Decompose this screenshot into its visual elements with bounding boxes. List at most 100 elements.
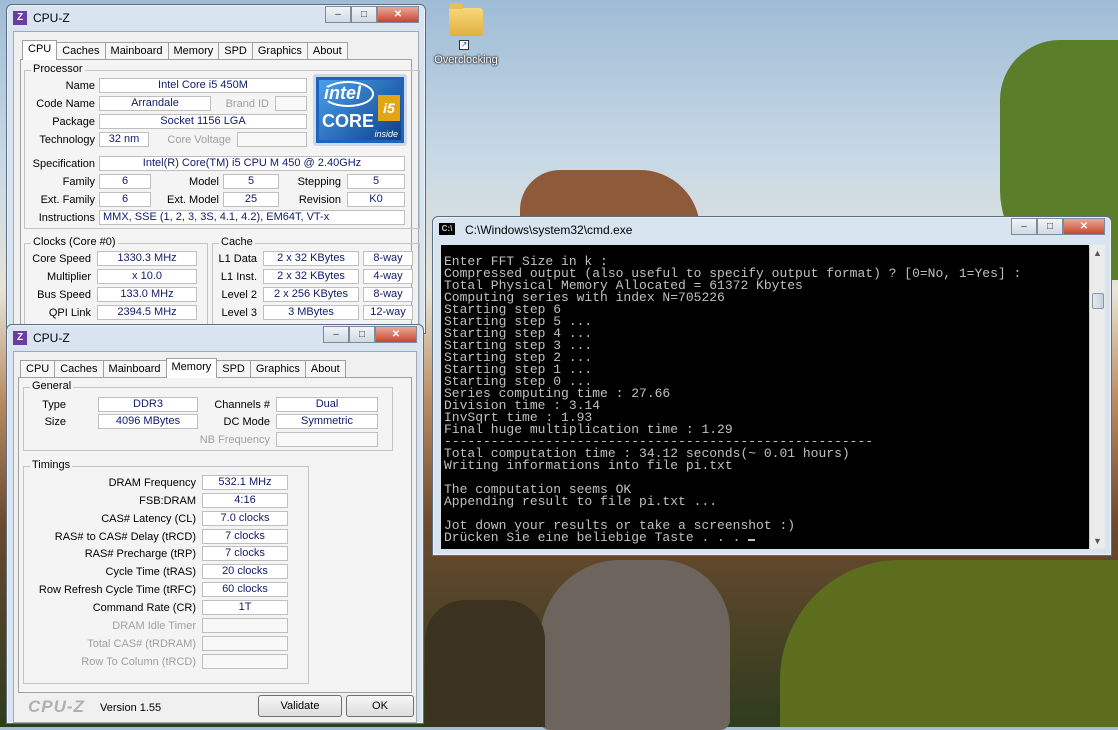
cpuz-app-icon: Z bbox=[13, 331, 27, 345]
l2-way: 8-way bbox=[363, 287, 413, 302]
codename-label: Code Name bbox=[36, 98, 95, 110]
family-value: 6 bbox=[99, 174, 151, 189]
cache-group: Cache L1 Data 2 x 32 KBytes 8-way L1 Ins… bbox=[212, 236, 420, 329]
model-value: 5 bbox=[223, 174, 279, 189]
l1d-way: 8-way bbox=[363, 251, 413, 266]
tab-cpu[interactable]: CPU bbox=[22, 40, 58, 60]
validate-button[interactable]: Validate bbox=[258, 695, 342, 717]
cpuz-window-memory: Z CPU-Z – □ ✕ CPU Caches Mainboard Memor… bbox=[6, 324, 424, 724]
extfamily-value: 6 bbox=[99, 192, 151, 207]
tab-caches[interactable]: Caches bbox=[56, 42, 106, 60]
qpi-label: QPI Link bbox=[48, 307, 91, 319]
tab-memory[interactable]: Memory bbox=[167, 42, 220, 60]
scroll-thumb[interactable] bbox=[1092, 293, 1104, 309]
tab-mainboard[interactable]: Mainboard bbox=[104, 42, 169, 60]
timing-label: DRAM Frequency bbox=[108, 477, 196, 489]
timing-value: 7 clocks bbox=[202, 546, 288, 561]
timing-value: 7 clocks bbox=[202, 529, 288, 544]
corespeed-label: Core Speed bbox=[32, 253, 91, 265]
console-line: Appending result to file pi.txt ... bbox=[444, 494, 718, 509]
timing-value: 4:16 bbox=[202, 493, 288, 508]
tab-mainboard[interactable]: Mainboard bbox=[102, 360, 167, 378]
tab-about[interactable]: About bbox=[306, 42, 348, 60]
cmd-window: C:\ C:\Windows\system32\cmd.exe – □ ✕ En… bbox=[432, 216, 1112, 556]
console-output[interactable]: Enter FFT Size in k : Compressed output (… bbox=[441, 245, 1089, 549]
dcmode-value: Symmetric bbox=[276, 414, 378, 429]
timing-label: RAS# Precharge (tRP) bbox=[84, 548, 196, 560]
qpi-value: 2394.5 MHz bbox=[97, 305, 197, 320]
scroll-up-icon[interactable]: ▲ bbox=[1090, 245, 1105, 261]
timing-label: Total CAS# (tRDRAM) bbox=[87, 638, 196, 650]
extmodel-value: 25 bbox=[223, 192, 279, 207]
close-button[interactable]: ✕ bbox=[375, 326, 417, 343]
tab-about[interactable]: About bbox=[304, 360, 346, 378]
spec-label: Specification bbox=[32, 158, 95, 170]
l1d-label: L1 Data bbox=[218, 253, 257, 265]
maximize-button[interactable]: □ bbox=[351, 6, 377, 23]
titlebar[interactable]: Z CPU-Z – □ ✕ bbox=[7, 325, 423, 351]
stepping-value: 5 bbox=[347, 174, 405, 189]
size-value: 4096 MBytes bbox=[98, 414, 198, 429]
tab-spd[interactable]: SPD bbox=[218, 42, 253, 60]
family-label: Family bbox=[62, 176, 95, 188]
name-value: Intel Core i5 450M bbox=[99, 78, 307, 93]
timing-value: 7.0 clocks bbox=[202, 511, 288, 526]
nbfreq-label: NB Frequency bbox=[199, 434, 270, 446]
background-rock bbox=[540, 560, 730, 730]
close-button[interactable]: ✕ bbox=[377, 6, 419, 23]
tab-bar: CPU Caches Mainboard Memory SPD Graphics… bbox=[20, 358, 346, 378]
instructions-label: Instructions bbox=[38, 212, 95, 224]
technology-value: 32 nm bbox=[99, 132, 149, 147]
revision-value: K0 bbox=[347, 192, 405, 207]
brandid-label: Brand ID bbox=[225, 98, 269, 110]
minimize-button[interactable]: – bbox=[1011, 218, 1037, 235]
ok-button[interactable]: OK bbox=[346, 695, 414, 717]
tab-graphics[interactable]: Graphics bbox=[251, 42, 308, 60]
minimize-button[interactable]: – bbox=[325, 6, 351, 23]
multiplier-label: Multiplier bbox=[46, 271, 91, 283]
timings-group: Timings DRAM Frequency 532.1 MHz FSB:DRA… bbox=[23, 459, 309, 684]
tab-cpu[interactable]: CPU bbox=[20, 360, 56, 378]
tab-caches[interactable]: Caches bbox=[54, 360, 104, 378]
minimize-button[interactable]: – bbox=[323, 326, 349, 343]
folder-icon: ↗ bbox=[449, 3, 483, 50]
timing-label: DRAM Idle Timer bbox=[112, 620, 196, 632]
channels-value: Dual bbox=[276, 397, 378, 412]
timing-label: Cycle Time (tRAS) bbox=[105, 566, 196, 578]
timing-label: FSB:DRAM bbox=[139, 495, 196, 507]
console-line: Drücken Sie eine beliebige Taste . . . bbox=[444, 531, 1089, 544]
l1d-value: 2 x 32 KBytes bbox=[263, 251, 359, 266]
vertical-scrollbar[interactable]: ▲ ▼ bbox=[1089, 245, 1105, 549]
titlebar[interactable]: C:\ C:\Windows\system32\cmd.exe – □ ✕ bbox=[433, 217, 1111, 243]
extmodel-label: Ext. Model bbox=[167, 194, 219, 206]
l3-value: 3 MBytes bbox=[263, 305, 359, 320]
stepping-label: Stepping bbox=[297, 176, 341, 188]
maximize-button[interactable]: □ bbox=[1037, 218, 1063, 235]
cpuz-window-cpu: Z CPU-Z – □ ✕ CPU Caches Mainboard Memor… bbox=[6, 4, 426, 334]
group-title: General bbox=[30, 380, 74, 392]
tab-graphics[interactable]: Graphics bbox=[249, 360, 306, 378]
close-button[interactable]: ✕ bbox=[1063, 218, 1105, 235]
clocks-group: Clocks (Core #0) Core Speed 1330.3 MHz M… bbox=[24, 236, 208, 329]
background-tree bbox=[780, 560, 1118, 727]
scroll-down-icon[interactable]: ▼ bbox=[1090, 533, 1105, 549]
technology-label: Technology bbox=[39, 134, 95, 146]
model-label: Model bbox=[189, 176, 219, 188]
tab-spd[interactable]: SPD bbox=[216, 360, 251, 378]
revision-label: Revision bbox=[298, 194, 341, 206]
tab-memory[interactable]: Memory bbox=[165, 358, 218, 378]
desktop-icon-overclocking[interactable]: ↗ Overclocking bbox=[430, 3, 502, 66]
background-tree bbox=[425, 600, 545, 727]
cpuz-footer-logo: CPU-Z bbox=[28, 697, 85, 716]
titlebar[interactable]: Z CPU-Z – □ ✕ bbox=[7, 5, 425, 31]
type-label: Type bbox=[42, 399, 66, 411]
tab-bar: CPU Caches Mainboard Memory SPD Graphics… bbox=[22, 40, 348, 60]
timing-value: 1T bbox=[202, 600, 288, 615]
maximize-button[interactable]: □ bbox=[349, 326, 375, 343]
intel-logo-text: intel bbox=[324, 83, 362, 103]
timing-value: 20 clocks bbox=[202, 564, 288, 579]
window-title: CPU-Z bbox=[33, 11, 70, 25]
l2-label: Level 2 bbox=[221, 289, 257, 301]
dcmode-label: DC Mode bbox=[223, 416, 270, 428]
timing-label: Row To Column (tRCD) bbox=[81, 656, 196, 668]
